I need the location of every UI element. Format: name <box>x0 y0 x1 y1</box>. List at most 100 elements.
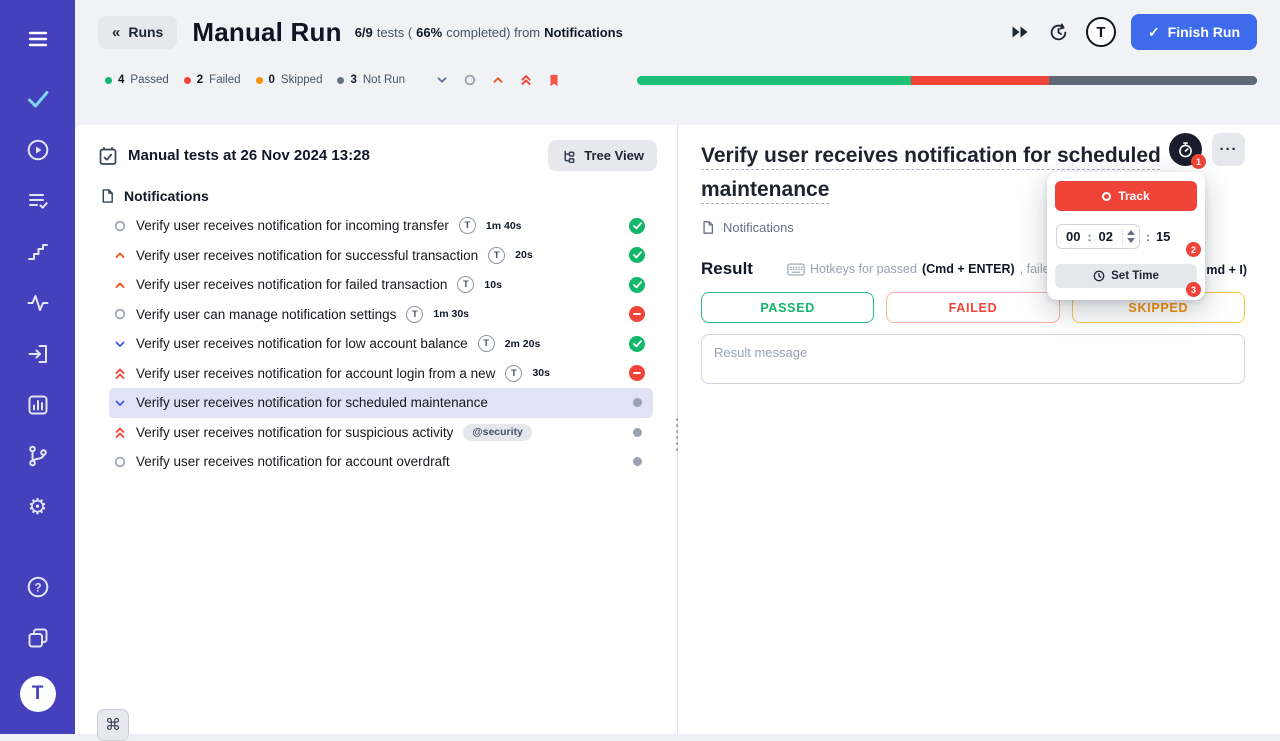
passed-button[interactable]: PASSED <box>701 292 875 323</box>
track-button[interactable]: Track <box>1055 181 1197 211</box>
time-input-box[interactable]: 00 : 02 <box>1056 224 1140 249</box>
notrun-dot-icon <box>337 76 345 84</box>
back-chevrons-icon: « <box>112 23 121 41</box>
set-time-button[interactable]: Set Time <box>1055 264 1197 288</box>
time-separator: : <box>1087 229 1092 244</box>
test-row-selected[interactable]: Verify user receives notification for sc… <box>109 388 653 418</box>
passed-count-filter[interactable]: 4 Passed <box>105 74 169 86</box>
run-name: Manual tests at 26 Nov 2024 13:28 <box>128 147 370 164</box>
set-time-label: Set Time <box>1111 270 1159 282</box>
test-tag: @security <box>463 423 532 441</box>
record-icon <box>1102 191 1112 201</box>
gear-icon[interactable]: ⚙ <box>25 494 51 520</box>
chevron-up-filter-icon[interactable] <box>490 72 506 88</box>
priority-filters <box>434 72 562 88</box>
time-step-badge: 2 <box>1186 242 1201 257</box>
time-minutes-input[interactable]: 02 <box>1098 229 1112 244</box>
avatar-letter: T <box>1096 23 1106 41</box>
subtitle-text-1: tests ( <box>376 24 413 40</box>
keyboard-icon <box>787 263 805 275</box>
priority-low-icon <box>113 397 127 409</box>
progress-failed-segment <box>911 75 1049 85</box>
clock-plus-icon <box>1093 270 1105 282</box>
test-title: Verify user receives notification for lo… <box>136 336 468 352</box>
failed-button[interactable]: FAILED <box>886 292 1060 323</box>
chevron-down-filter-icon[interactable] <box>434 72 450 88</box>
more-menu-button[interactable]: ··· <box>1212 133 1245 166</box>
suite-row[interactable]: Notifications <box>75 177 677 209</box>
test-row[interactable]: Verify user receives notification for ac… <box>109 359 653 389</box>
copy-icon[interactable] <box>25 625 51 651</box>
status-failed-icon <box>629 365 645 382</box>
header-actions: T ✓ Finish Run <box>1008 14 1257 50</box>
command-palette-button[interactable]: ⌘ <box>97 709 129 741</box>
time-seconds-input[interactable]: 15 <box>1156 229 1170 244</box>
testomat-badge-icon: T <box>488 246 506 264</box>
testomat-badge-icon: T <box>477 335 495 353</box>
test-row[interactable]: Verify user receives notification for su… <box>109 241 653 271</box>
report-chart-icon[interactable] <box>25 392 51 418</box>
failed-count-filter[interactable]: 2 Failed <box>183 74 241 86</box>
pulse-icon[interactable] <box>25 290 51 316</box>
priority-critical-icon <box>113 426 127 439</box>
test-duration: 30s <box>532 367 550 380</box>
top-band: « Runs Manual Run 6/9 tests ( 66% comple… <box>75 0 1280 125</box>
passed-label: Passed <box>130 74 169 86</box>
test-row[interactable]: Verify user receives notification for ac… <box>109 447 653 477</box>
menu-icon[interactable] <box>25 26 51 52</box>
timer-button[interactable]: 1 <box>1169 133 1206 169</box>
test-row[interactable]: Verify user receives notification for lo… <box>109 329 653 359</box>
fast-forward-icon[interactable] <box>1008 20 1032 44</box>
time-stepper[interactable] <box>1121 228 1139 245</box>
test-title: Verify user receives notification for ac… <box>136 454 450 470</box>
status-passed-icon <box>629 335 645 352</box>
stepper-up-icon[interactable] <box>1126 230 1135 235</box>
history-timer-icon[interactable] <box>1047 20 1071 44</box>
double-chevron-up-filter-icon[interactable] <box>518 72 534 88</box>
status-passed-icon <box>629 276 645 293</box>
branch-icon[interactable] <box>25 443 51 469</box>
runs-play-icon[interactable] <box>25 137 51 163</box>
run-subtitle: 6/9 tests ( 66% completed) from Notifica… <box>355 25 623 40</box>
account-logo-avatar[interactable]: T <box>1085 17 1116 47</box>
time-hours-input[interactable]: 00 <box>1066 229 1080 244</box>
timer-popup: Track 00 : 02 : 15 2 Set Time 3 <box>1047 172 1205 300</box>
back-to-runs-button[interactable]: « Runs <box>98 15 178 49</box>
tests-check-icon[interactable] <box>25 86 51 112</box>
result-message-input[interactable] <box>701 334 1245 384</box>
help-icon[interactable]: ? <box>25 574 51 600</box>
priority-critical-icon <box>113 367 127 380</box>
test-title: Verify user receives notification for ac… <box>136 365 496 381</box>
test-row[interactable]: Verify user receives notification for su… <box>109 418 653 448</box>
app-logo[interactable]: T <box>19 676 56 712</box>
circle-priority-filter-icon[interactable] <box>462 72 478 88</box>
test-title: Verify user receives notification for fa… <box>136 277 448 293</box>
test-title: Verify user receives notification for su… <box>136 424 454 440</box>
hotkeys-hint: Hotkeys for passed (Cmd + ENTER) , faile… <box>787 262 1057 276</box>
time-separator: : <box>1145 229 1150 244</box>
test-title: Verify user receives notification for sc… <box>136 395 488 411</box>
test-row[interactable]: Verify user can manage notification sett… <box>109 300 653 330</box>
plans-list-icon[interactable] <box>25 188 51 214</box>
tree-view-button[interactable]: Tree View <box>548 140 657 171</box>
subtitle-text-2: completed) from <box>446 24 541 40</box>
stopwatch-icon <box>1179 141 1192 157</box>
notrun-count-filter[interactable]: 3 Not Run <box>337 74 405 86</box>
import-icon[interactable] <box>25 341 51 367</box>
hotkeys-text-1: Hotkeys for passed <box>809 262 917 276</box>
hotkeys-cmd-i-partial: md + I) <box>1206 263 1247 277</box>
page-title: Manual Run <box>192 16 342 47</box>
finish-run-label: Finish Run <box>1167 24 1240 40</box>
bookmark-filter-icon[interactable] <box>546 72 562 88</box>
steps-icon[interactable] <box>25 239 51 265</box>
finish-run-button[interactable]: ✓ Finish Run <box>1130 14 1257 50</box>
priority-high-icon <box>113 249 127 261</box>
skipped-count: 0 <box>268 74 275 86</box>
test-row[interactable]: Verify user receives notification for in… <box>109 211 653 241</box>
set-time-row: Set Time 3 <box>1055 264 1201 297</box>
test-duration: 20s <box>515 249 533 262</box>
test-row[interactable]: Verify user receives notification for fa… <box>109 270 653 300</box>
status-row: 4 Passed 2 Failed 0 Skipped 3 Not Run <box>75 64 1280 88</box>
stepper-down-icon[interactable] <box>1126 238 1135 243</box>
skipped-count-filter[interactable]: 0 Skipped <box>255 74 322 86</box>
